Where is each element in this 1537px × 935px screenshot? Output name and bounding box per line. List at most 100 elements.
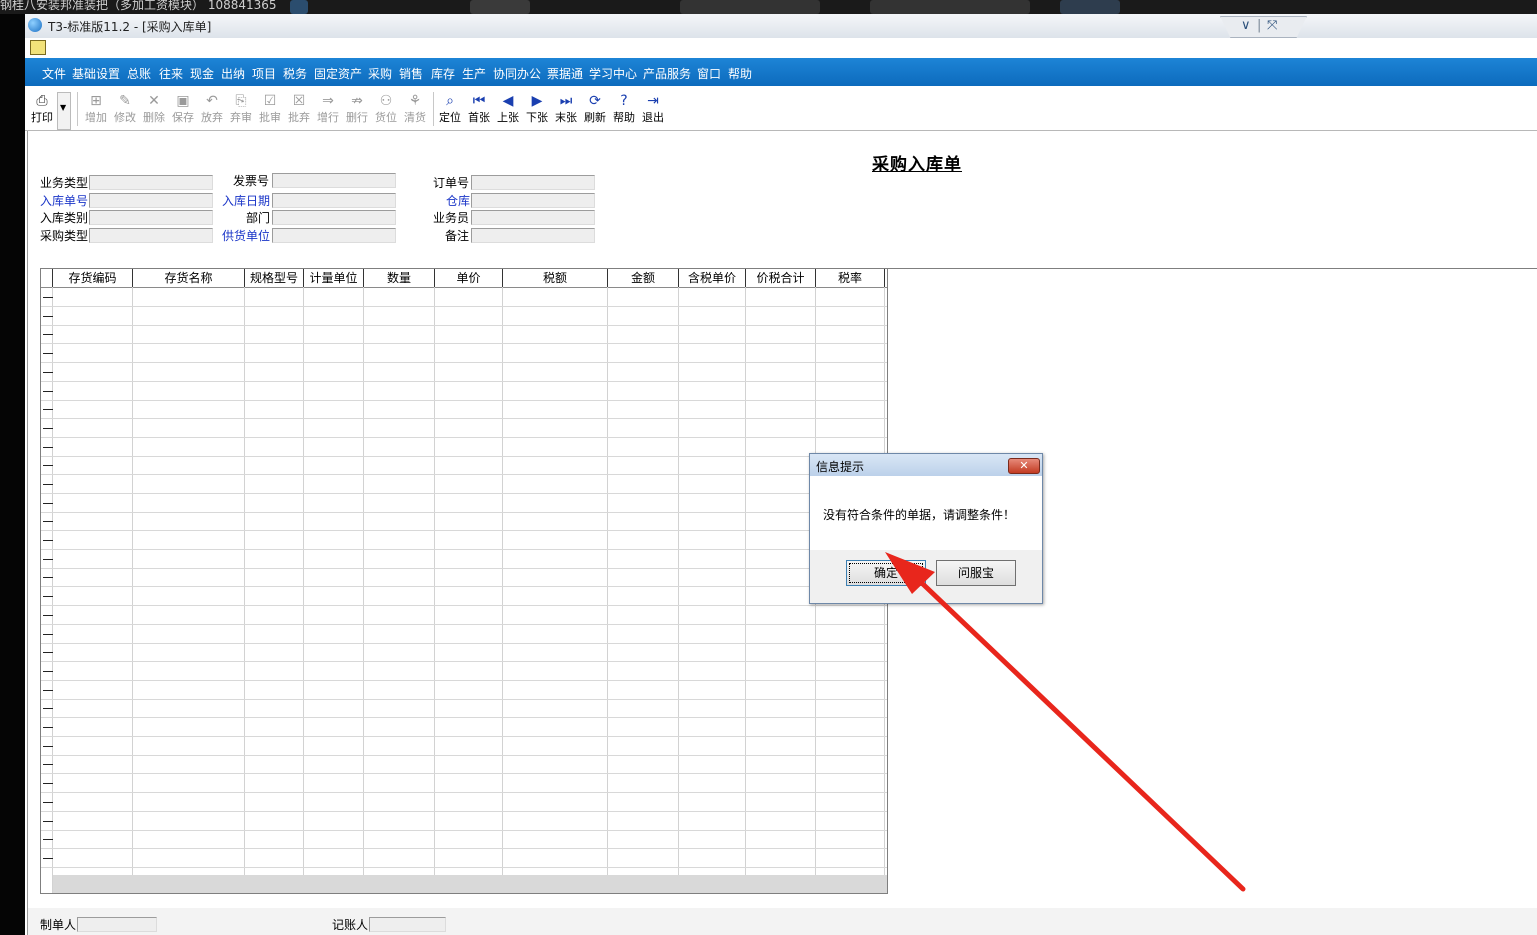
table-row[interactable]: [41, 456, 887, 457]
column-header[interactable]: 单价: [435, 269, 503, 287]
table-row[interactable]: [41, 325, 887, 326]
table-row[interactable]: [41, 418, 887, 419]
table-row[interactable]: [41, 586, 887, 587]
row-selector[interactable]: [43, 783, 53, 784]
next-button[interactable]: ▶ 下张: [523, 91, 551, 127]
menu-item[interactable]: 固定资产: [314, 65, 362, 82]
table-row[interactable]: [41, 848, 887, 849]
locate-button[interactable]: ⌕ 定位: [436, 91, 464, 127]
menu-item[interactable]: 票据通: [547, 65, 583, 82]
column-header[interactable]: 金额: [608, 269, 679, 287]
table-row[interactable]: [41, 549, 887, 550]
menu-item[interactable]: 税务: [283, 65, 307, 82]
table-row[interactable]: [41, 867, 887, 868]
row-selector[interactable]: [43, 428, 53, 429]
row-selector[interactable]: [43, 596, 53, 597]
row-selector[interactable]: [43, 634, 53, 635]
discard-button[interactable]: ↶ 放弃: [198, 91, 226, 127]
warehouse-label[interactable]: 仓库: [446, 192, 470, 209]
column-header[interactable]: 价税合计: [746, 269, 816, 287]
collapse-icon[interactable]: ∨: [1241, 18, 1251, 33]
row-selector[interactable]: [43, 297, 53, 298]
menu-item[interactable]: 学习中心: [589, 65, 637, 82]
menu-item[interactable]: 生产: [462, 65, 486, 82]
table-row[interactable]: [41, 699, 887, 700]
table-row[interactable]: [41, 661, 887, 662]
batch-approve-button[interactable]: ☑ 批审: [256, 91, 284, 127]
detail-grid[interactable]: 存货编码 存货名称 规格型号 计量单位 数量 单价 税额 金额 含税单价 价税合…: [40, 268, 888, 894]
table-row[interactable]: [41, 306, 887, 307]
row-selector[interactable]: [43, 316, 53, 317]
menu-item[interactable]: 往来: [159, 65, 183, 82]
menu-item[interactable]: 现金: [190, 65, 214, 82]
table-row[interactable]: [41, 605, 887, 606]
column-header[interactable]: 数量: [364, 269, 435, 287]
supplier-label[interactable]: 供货单位: [222, 227, 270, 244]
table-row[interactable]: [41, 381, 887, 382]
location-button[interactable]: ⚇ 货位: [372, 91, 400, 127]
column-header[interactable]: 税率: [816, 269, 885, 287]
unapprove-button[interactable]: ⎘ 弃审: [227, 91, 255, 127]
table-row[interactable]: [41, 717, 887, 718]
table-row[interactable]: [41, 624, 887, 625]
row-selector[interactable]: [43, 690, 53, 691]
row-selector[interactable]: [43, 447, 53, 448]
document-icon[interactable]: [30, 40, 46, 55]
table-row[interactable]: [41, 400, 887, 401]
table-row[interactable]: [41, 643, 887, 644]
print-dropdown[interactable]: ▼: [57, 92, 71, 130]
menu-item[interactable]: 基础设置: [72, 65, 120, 82]
menu-item[interactable]: 项目: [252, 65, 276, 82]
row-selector[interactable]: [43, 839, 53, 840]
table-row[interactable]: [41, 474, 887, 475]
menu-item[interactable]: 采购: [368, 65, 392, 82]
fullscreen-icon[interactable]: ⤧: [1267, 18, 1277, 33]
row-selector[interactable]: [43, 559, 53, 560]
menu-item[interactable]: 窗口: [697, 65, 721, 82]
add-row-button[interactable]: ⇒ 增行: [314, 91, 342, 127]
row-selector[interactable]: [43, 802, 53, 803]
table-row[interactable]: [41, 680, 887, 681]
table-row[interactable]: [41, 830, 887, 831]
department-field[interactable]: [272, 210, 396, 225]
ask-service-button[interactable]: 问服宝: [936, 560, 1016, 586]
table-row[interactable]: [41, 343, 887, 344]
table-row[interactable]: [41, 437, 887, 438]
row-selector[interactable]: [43, 727, 53, 728]
clear-goods-button[interactable]: ⚘ 清货: [401, 91, 429, 127]
menu-item[interactable]: 总账: [127, 65, 151, 82]
receipt-date-field[interactable]: [272, 193, 396, 208]
purchase-type-field[interactable]: [89, 228, 213, 243]
receipt-no-label[interactable]: 入库单号: [40, 192, 88, 209]
batch-discard-button[interactable]: ☒ 批弃: [285, 91, 313, 127]
remark-field[interactable]: [471, 228, 595, 243]
prev-button[interactable]: ◀ 上张: [494, 91, 522, 127]
add-button[interactable]: ⊞ 增加: [82, 91, 110, 127]
row-selector[interactable]: [43, 372, 53, 373]
row-selector[interactable]: [43, 652, 53, 653]
row-selector[interactable]: [43, 858, 53, 859]
receipt-no-field[interactable]: [89, 193, 213, 208]
menu-item[interactable]: 文件: [42, 65, 66, 82]
row-selector[interactable]: [43, 577, 53, 578]
table-row[interactable]: [41, 362, 887, 363]
menu-item[interactable]: 出纳: [221, 65, 245, 82]
row-selector[interactable]: [43, 334, 53, 335]
warehouse-field[interactable]: [471, 193, 595, 208]
row-selector[interactable]: [43, 484, 53, 485]
row-selector[interactable]: [43, 503, 53, 504]
menu-item[interactable]: 帮助: [728, 65, 752, 82]
bookkeeper-field[interactable]: [369, 917, 446, 932]
row-selector[interactable]: [43, 708, 53, 709]
menu-item[interactable]: 产品服务: [643, 65, 691, 82]
maker-field[interactable]: [77, 917, 157, 932]
refresh-button[interactable]: ⟳ 刷新: [581, 91, 609, 127]
last-button[interactable]: ⏭ 末张: [552, 91, 580, 127]
column-header[interactable]: 存货编码: [53, 269, 133, 287]
table-row[interactable]: [41, 568, 887, 569]
exit-button[interactable]: ⇥ 退出: [639, 91, 667, 127]
supplier-field[interactable]: [272, 228, 396, 243]
row-selector[interactable]: [43, 391, 53, 392]
table-row[interactable]: [41, 773, 887, 774]
menu-item[interactable]: 销售: [399, 65, 423, 82]
